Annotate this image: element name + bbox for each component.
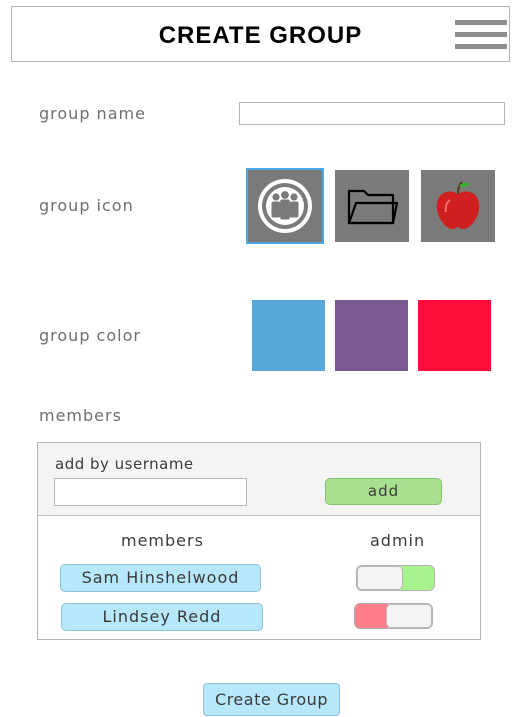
icon-option-apple[interactable] xyxy=(421,170,495,242)
members-column-header: members xyxy=(121,531,204,550)
color-swatch-red[interactable] xyxy=(418,300,491,371)
member-name-sam-hinshelwood[interactable]: Sam Hinshelwood xyxy=(60,564,261,592)
admin-toggle-lindsey-redd[interactable] xyxy=(354,603,433,629)
icon-option-people[interactable] xyxy=(246,168,324,244)
add-member-area: add by username add xyxy=(38,443,480,516)
add-member-button[interactable]: add xyxy=(325,478,442,505)
username-input[interactable] xyxy=(54,478,247,506)
admin-column-header: admin xyxy=(370,531,426,550)
group-name-label: group name xyxy=(39,104,146,123)
admin-toggle-sam-hinshelwood[interactable] xyxy=(356,565,435,591)
members-section-title: members xyxy=(39,406,122,425)
page-title: CREATE GROUP xyxy=(158,22,363,49)
color-swatch-blue[interactable] xyxy=(252,300,325,371)
group-color-label: group color xyxy=(39,326,141,345)
app-header: CREATE GROUP xyxy=(11,6,510,62)
group-icon-label: group icon xyxy=(39,196,134,215)
member-name-lindsey-redd[interactable]: Lindsey Redd xyxy=(61,603,263,631)
people-group-icon xyxy=(258,179,312,233)
folder-icon xyxy=(347,189,399,225)
apple-icon xyxy=(436,181,480,230)
add-by-username-label: add by username xyxy=(55,455,194,473)
group-name-input[interactable] xyxy=(239,102,505,125)
icon-option-folder[interactable] xyxy=(335,170,409,242)
members-panel: add by username add members admin Sam Hi… xyxy=(37,442,481,640)
color-swatch-purple[interactable] xyxy=(335,300,408,371)
create-group-button[interactable]: Create Group xyxy=(203,683,340,716)
hamburger-menu-icon[interactable] xyxy=(455,17,507,53)
